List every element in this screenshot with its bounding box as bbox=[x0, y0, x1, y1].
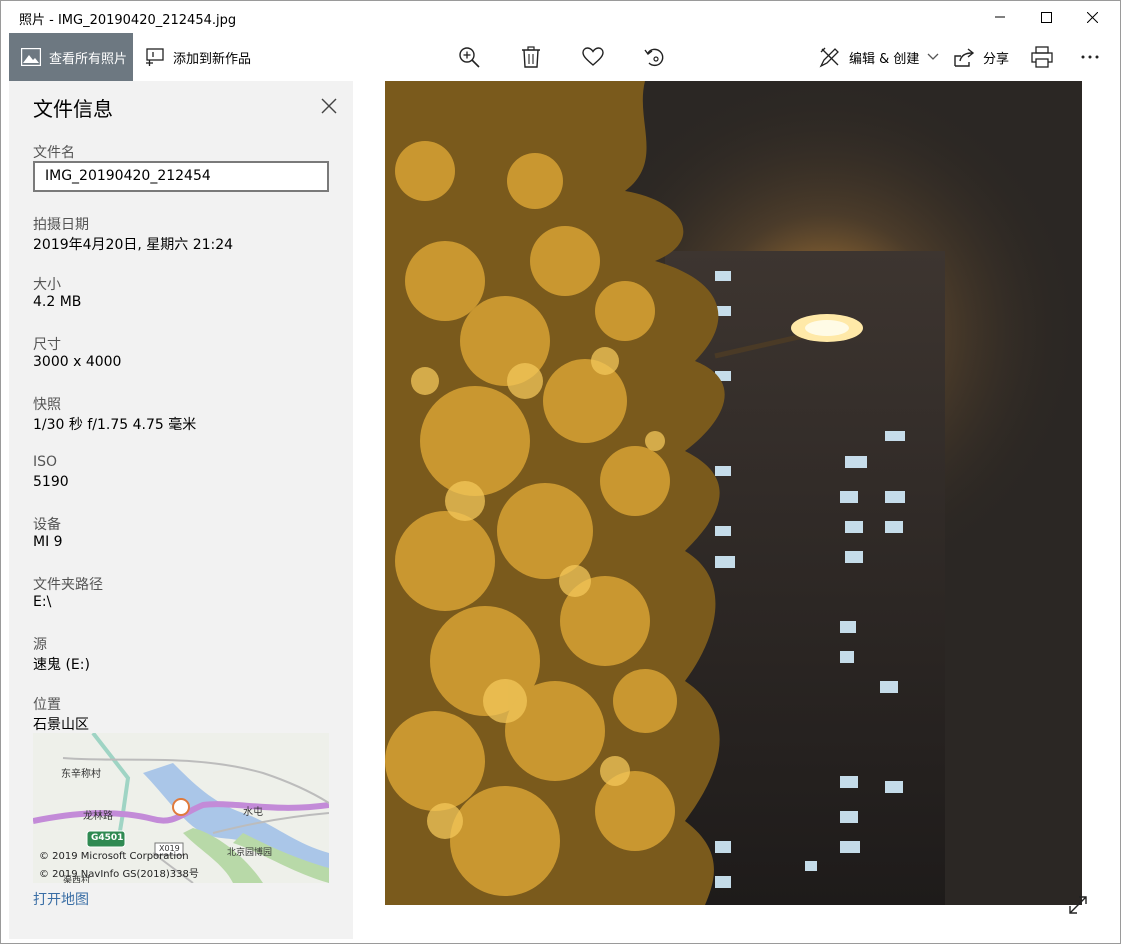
device-value: MI 9 bbox=[33, 534, 63, 550]
file-info-panel: 文件信息 文件名 IMG_20190420_212454 拍摄日期 2019年4… bbox=[9, 81, 353, 939]
size-value: 4.2 MB bbox=[33, 294, 82, 310]
folder-value: E:\ bbox=[33, 594, 52, 610]
map-label-shuitun: 水屯 bbox=[243, 807, 263, 818]
share-label: 分享 bbox=[983, 51, 1010, 67]
map-label-beijing: 北京园博园 bbox=[227, 848, 273, 858]
map-credit-microsoft: © 2019 Microsoft Corporation bbox=[39, 851, 189, 862]
size-label: 大小 bbox=[33, 277, 61, 293]
edit-create-label: 编辑 & 创建 bbox=[849, 51, 920, 67]
view-all-photos-button[interactable]: 查看所有照片 bbox=[9, 33, 133, 81]
minimize-button[interactable] bbox=[977, 1, 1023, 33]
maximize-icon bbox=[1040, 11, 1052, 23]
toolbar: 查看所有照片 添加到新作品 编辑 & 创建 分享 bbox=[1, 33, 1120, 81]
iso-value: 5190 bbox=[33, 474, 69, 490]
location-label: 位置 bbox=[33, 697, 61, 713]
iso-label: ISO bbox=[33, 454, 58, 470]
trash-icon bbox=[522, 46, 540, 68]
night-photo bbox=[385, 81, 1082, 905]
heart-icon bbox=[582, 47, 604, 66]
photos-window: 照片 - IMG_20190420_212454.jpg 查看所有照片 添加到新… bbox=[0, 0, 1121, 944]
date-value: 2019年4月20日, 星期六 21:24 bbox=[33, 237, 234, 253]
shot-value: 1/30 秒 f/1.75 4.75 毫米 bbox=[33, 417, 197, 433]
add-to-creation-button[interactable]: 添加到新作品 bbox=[145, 33, 251, 81]
print-icon bbox=[1031, 46, 1053, 68]
rotate-icon bbox=[644, 48, 664, 67]
source-label: 源 bbox=[33, 637, 47, 653]
delete-button[interactable] bbox=[517, 43, 545, 71]
edit-create-button[interactable]: 编辑 & 创建 bbox=[819, 33, 947, 81]
close-icon bbox=[1086, 11, 1098, 23]
edit-icon bbox=[819, 47, 839, 68]
shot-label: 快照 bbox=[33, 397, 61, 413]
folder-label: 文件夹路径 bbox=[33, 577, 103, 593]
map-credit-navinfo: © 2019 NavInfo GS(2018)338号 bbox=[39, 869, 199, 880]
location-value: 石景山区 bbox=[33, 717, 89, 733]
add-to-label: 添加到新作品 bbox=[173, 51, 252, 67]
share-icon bbox=[954, 48, 975, 67]
panel-title: 文件信息 bbox=[33, 97, 113, 121]
print-button[interactable] bbox=[1028, 43, 1056, 71]
add-creation-icon bbox=[146, 48, 164, 66]
close-panel-icon[interactable] bbox=[319, 96, 339, 116]
source-value: 速鬼 (E:) bbox=[33, 657, 90, 673]
zoom-button[interactable] bbox=[455, 43, 483, 71]
photo-viewer[interactable] bbox=[385, 81, 1082, 905]
photo-icon bbox=[21, 48, 41, 66]
location-map[interactable]: 东辛称村 龙林路 水屯 G4501 X019 北京园博园 渠西村 © 2019 … bbox=[33, 733, 329, 883]
dimensions-value: 3000 x 4000 bbox=[33, 354, 122, 370]
map-label-longlin: 龙林路 bbox=[83, 811, 113, 822]
view-all-label: 查看所有照片 bbox=[49, 51, 128, 67]
favorite-button[interactable] bbox=[579, 43, 607, 71]
zoom-in-icon bbox=[459, 47, 480, 68]
maximize-button[interactable] bbox=[1023, 1, 1069, 33]
close-window-button[interactable] bbox=[1069, 1, 1115, 33]
minimize-icon bbox=[995, 16, 1005, 18]
date-label: 拍摄日期 bbox=[33, 217, 89, 233]
share-button[interactable]: 分享 bbox=[953, 33, 1009, 81]
more-options-button[interactable] bbox=[1076, 43, 1104, 71]
filename-label: 文件名 bbox=[33, 145, 75, 161]
more-icon bbox=[1081, 55, 1099, 59]
filename-input[interactable]: IMG_20190420_212454 bbox=[33, 161, 329, 192]
dimensions-label: 尺寸 bbox=[33, 337, 61, 353]
title-bar: 照片 - IMG_20190420_212454.jpg bbox=[1, 1, 1120, 33]
map-label-dongxin: 东辛称村 bbox=[61, 769, 101, 780]
map-label-g4501: G4501 bbox=[91, 833, 124, 843]
chevron-down-icon bbox=[927, 53, 939, 60]
window-title: 照片 - IMG_20190420_212454.jpg bbox=[19, 13, 237, 28]
expand-icon[interactable] bbox=[1066, 893, 1090, 917]
open-map-link[interactable]: 打开地图 bbox=[33, 889, 89, 909]
device-label: 设备 bbox=[33, 517, 61, 533]
rotate-button[interactable] bbox=[641, 43, 669, 71]
